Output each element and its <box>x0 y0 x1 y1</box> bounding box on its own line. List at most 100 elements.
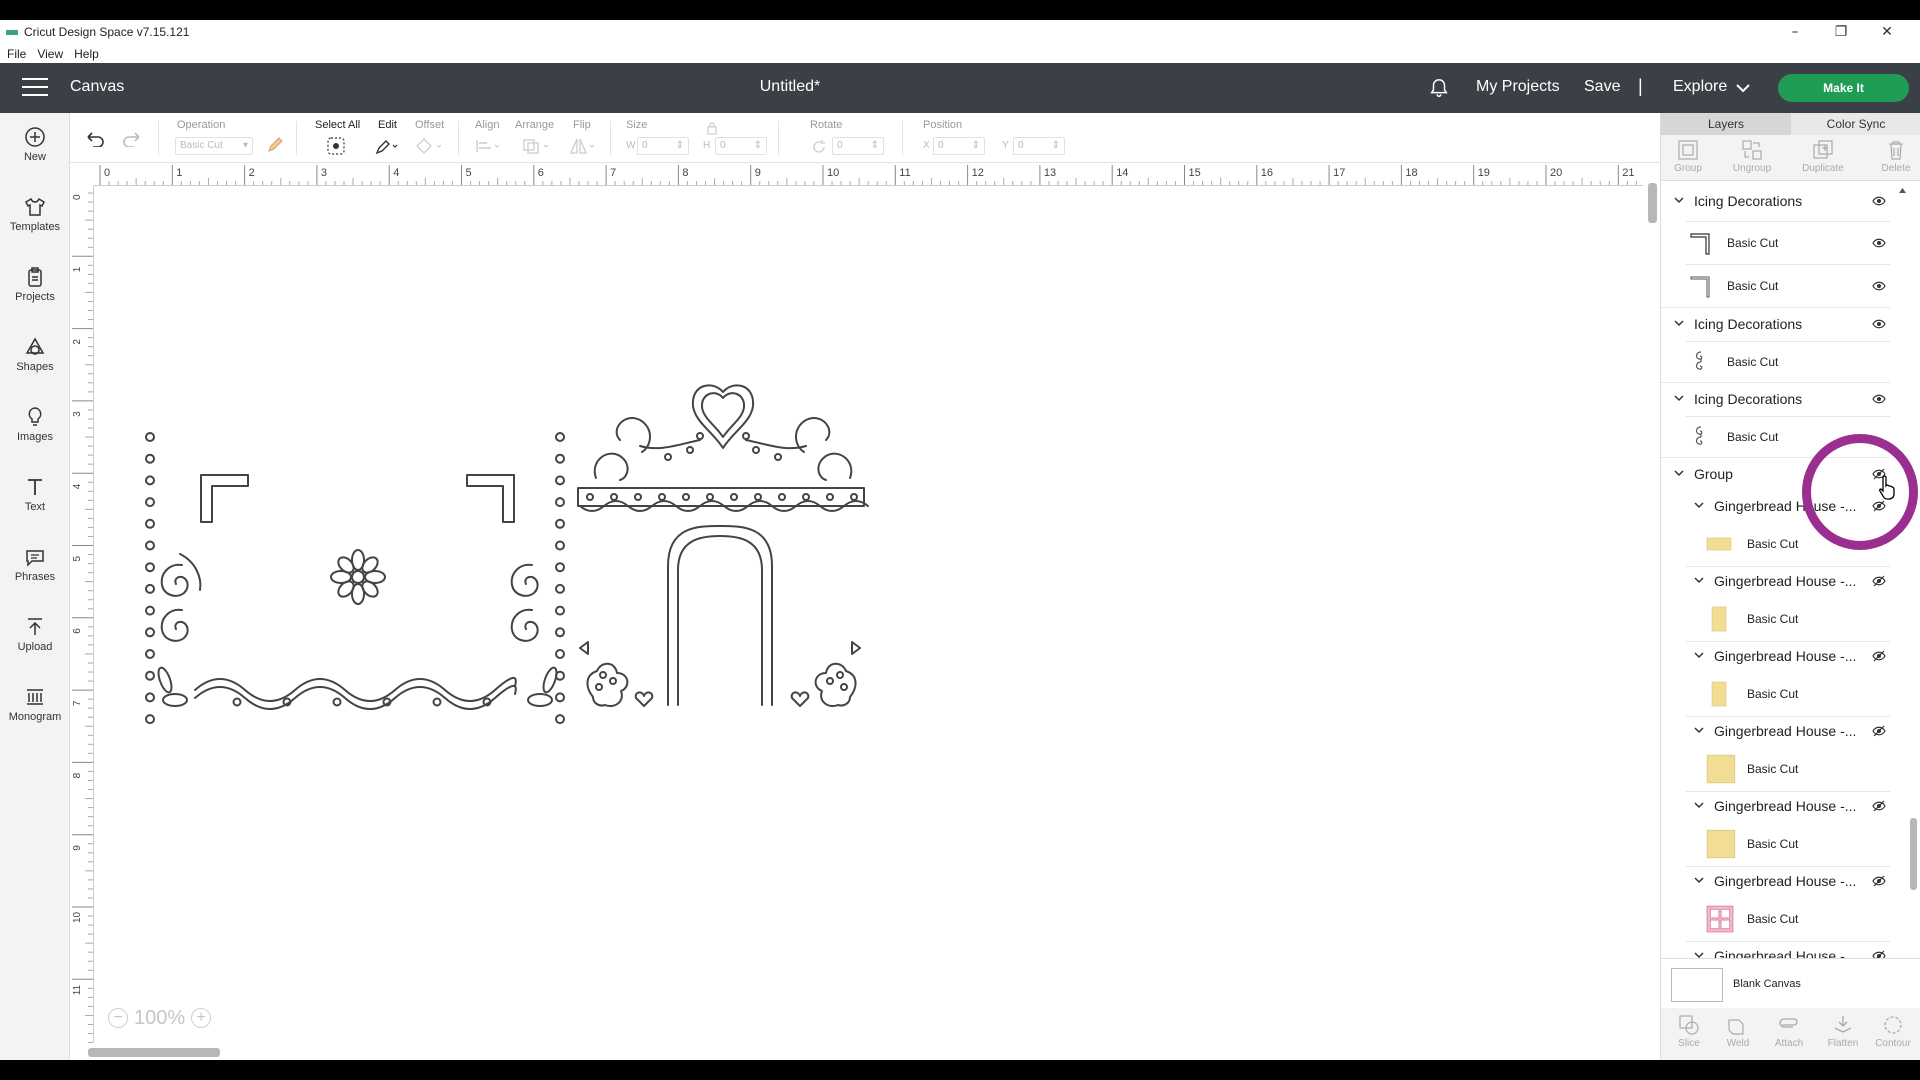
layer-subgroup[interactable]: Gingerbread House -... <box>1661 716 1906 746</box>
contour-button-label: Contour <box>1875 1038 1911 1049</box>
eye-icon[interactable] <box>1872 280 1886 292</box>
canvas-hscroll-thumb[interactable] <box>88 1048 220 1057</box>
layers-scroll-thumb[interactable] <box>1910 818 1917 890</box>
chevron-down-icon[interactable] <box>1694 501 1704 509</box>
layer-subgroup[interactable]: Gingerbread House -... <box>1661 641 1906 671</box>
zoom-out-button[interactable]: − <box>108 1008 128 1028</box>
blank-canvas-label: Blank Canvas <box>1733 978 1801 990</box>
chevron-down-icon[interactable] <box>1694 726 1704 734</box>
width-input[interactable]: 0 ⇕ <box>637 137 689 155</box>
icing-dot <box>232 697 242 707</box>
rotate-input[interactable]: 0 ⇕ <box>832 137 884 155</box>
tab-layers[interactable]: Layers <box>1661 113 1791 135</box>
layer-group[interactable]: Icing Decorations <box>1661 307 1906 341</box>
chevron-down-icon[interactable] <box>1674 196 1684 204</box>
menu-view[interactable]: View <box>37 47 63 61</box>
blank-canvas-row[interactable]: Blank Canvas <box>1661 958 1920 1008</box>
projects-tool[interactable]: Projects <box>0 259 70 319</box>
bell-icon[interactable] <box>1428 77 1450 99</box>
text-tool[interactable]: Text <box>0 469 70 529</box>
eye-hidden-icon[interactable] <box>1872 800 1886 812</box>
layer-item[interactable]: Basic Cut <box>1661 746 1906 791</box>
y-input[interactable]: 0 ⇕ <box>1013 137 1065 155</box>
layer-group[interactable]: Icing Decorations <box>1661 181 1906 221</box>
layer-item[interactable]: Basic Cut <box>1661 821 1906 866</box>
canvas-vscroll-thumb[interactable] <box>1648 183 1657 223</box>
save-button[interactable]: Save <box>1584 78 1620 96</box>
chevron-down-icon[interactable] <box>1694 651 1704 659</box>
explore-button[interactable]: Explore <box>1673 78 1727 96</box>
flatten-button[interactable]: Flatten <box>1818 1014 1868 1049</box>
x-input[interactable]: 0 ⇕ <box>933 137 985 155</box>
ungroup-button[interactable]: Ungroup <box>1725 139 1779 174</box>
layer-subgroup[interactable]: Gingerbread House -... <box>1661 566 1906 596</box>
flip-icon[interactable] <box>568 137 598 155</box>
layer-item[interactable]: Basic Cut <box>1661 221 1906 264</box>
layer-item[interactable]: Basic Cut <box>1661 671 1906 716</box>
chevron-down-icon[interactable] <box>1674 469 1684 477</box>
weld-button[interactable]: Weld <box>1713 1014 1763 1049</box>
layers-scrollbar[interactable] <box>1906 181 1920 1026</box>
height-input[interactable]: 0 ⇕ <box>715 137 767 155</box>
layer-name: Basic Cut <box>1727 354 1779 369</box>
new-tool[interactable]: New <box>0 119 70 179</box>
templates-tool[interactable]: Templates <box>0 189 70 249</box>
offset-icon[interactable] <box>415 137 445 155</box>
lock-icon[interactable] <box>706 121 718 135</box>
layer-item[interactable]: Basic Cut <box>1661 264 1906 307</box>
eye-icon[interactable] <box>1872 237 1886 249</box>
gingerbread-icing-sketch[interactable] <box>95 187 1643 1042</box>
canvas-vertical-scrollbar[interactable] <box>1643 163 1660 1043</box>
canvas-horizontal-scrollbar[interactable] <box>70 1043 1643 1060</box>
slice-button[interactable]: Slice <box>1664 1014 1714 1049</box>
shapes-tool[interactable]: Shapes <box>0 329 70 389</box>
layer-subgroup[interactable]: Gingerbread House -... <box>1661 866 1906 896</box>
make-it-button[interactable]: Make It <box>1778 74 1909 102</box>
images-tool[interactable]: Images <box>0 399 70 459</box>
blank-canvas-swatch[interactable] <box>1671 968 1723 1002</box>
group-button[interactable]: Group <box>1661 139 1715 174</box>
layer-subgroup[interactable]: Gingerbread House -... <box>1661 791 1906 821</box>
eye-icon[interactable] <box>1872 318 1886 330</box>
my-projects-link[interactable]: My Projects <box>1476 78 1560 96</box>
eye-hidden-icon[interactable] <box>1872 575 1886 587</box>
arrange-icon[interactable] <box>522 137 552 155</box>
close-button[interactable]: ✕ <box>1864 24 1910 40</box>
layer-item[interactable]: Basic Cut <box>1661 896 1906 941</box>
duplicate-button[interactable]: Duplicate <box>1796 139 1850 174</box>
layer-item[interactable]: Basic Cut <box>1661 341 1906 382</box>
eye-hidden-icon[interactable] <box>1872 875 1886 887</box>
restore-button[interactable]: ❐ <box>1818 24 1864 40</box>
contour-button[interactable]: Contour <box>1868 1014 1918 1049</box>
layer-item[interactable]: Basic Cut <box>1661 596 1906 641</box>
attach-button[interactable]: Attach <box>1764 1014 1814 1049</box>
tab-color-sync[interactable]: Color Sync <box>1791 113 1920 135</box>
monogram-tool[interactable]: Monogram <box>0 679 70 739</box>
swirl-thumbnail-icon <box>1695 425 1703 445</box>
design-canvas[interactable] <box>95 187 1643 1042</box>
chevron-down-icon[interactable] <box>1694 876 1704 884</box>
select-all-icon[interactable] <box>325 136 347 156</box>
eye-hidden-icon[interactable] <box>1872 650 1886 662</box>
contour-icon <box>1884 1016 1902 1034</box>
zoom-in-button[interactable]: + <box>191 1008 212 1028</box>
eye-hidden-icon[interactable] <box>1872 725 1886 737</box>
minimize-button[interactable]: – <box>1772 24 1818 40</box>
align-icon[interactable] <box>475 138 503 154</box>
upload-tool[interactable]: Upload <box>0 609 70 669</box>
chevron-down-icon[interactable] <box>1674 319 1684 327</box>
menu-file[interactable]: File <box>7 47 26 61</box>
edit-pen-icon[interactable] <box>375 137 399 155</box>
phrases-tool[interactable]: Phrases <box>0 539 70 599</box>
menu-help[interactable]: Help <box>74 47 99 61</box>
chevron-down-icon[interactable] <box>1674 394 1684 402</box>
eye-icon[interactable] <box>1872 195 1886 207</box>
operation-select[interactable]: Basic Cut ▾ <box>175 137 253 155</box>
redo-icon[interactable] <box>122 131 142 147</box>
eye-icon[interactable] <box>1872 393 1886 405</box>
chevron-down-icon[interactable] <box>1694 576 1704 584</box>
layer-group[interactable]: Icing Decorations <box>1661 382 1906 416</box>
chevron-down-icon[interactable] <box>1694 801 1704 809</box>
delete-button[interactable]: Delete <box>1869 139 1920 174</box>
undo-icon[interactable] <box>85 131 105 147</box>
